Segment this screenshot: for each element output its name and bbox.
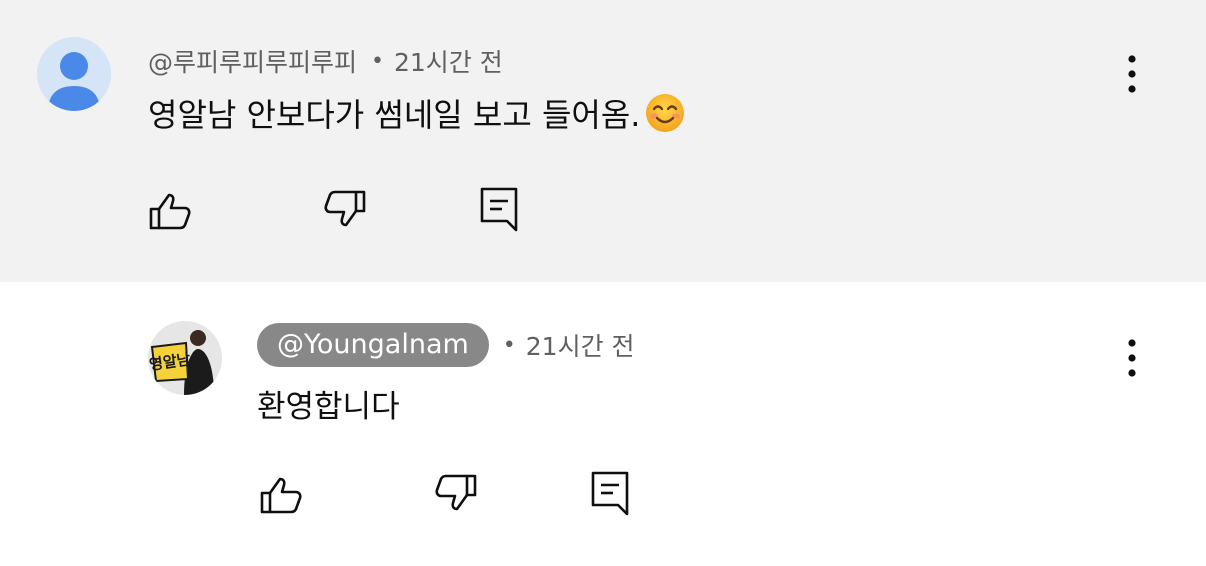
comment-timestamp: 21시간 전 (394, 48, 503, 77)
comment-text: 영알남 안보다가 썸네일 보고 들어옴. (148, 96, 641, 134)
more-options-button[interactable] (1117, 49, 1147, 99)
reply-button[interactable] (474, 182, 526, 234)
more-vertical-icon (1128, 55, 1136, 93)
like-button[interactable] (145, 186, 197, 238)
channel-avatar[interactable]: 영알남 (148, 321, 222, 395)
meta-separator: • (502, 332, 516, 358)
comment-body: 영알남 안보다가 썸네일 보고 들어옴. (148, 88, 686, 138)
like-button[interactable] (256, 470, 308, 522)
reply-button[interactable] (585, 466, 637, 518)
smiling-face-icon (644, 92, 686, 134)
dislike-button[interactable] (318, 184, 370, 236)
channel-logo-icon: 영알남 (148, 321, 222, 395)
comment-meta: @루피루피루피루피 • 21시간 전 (148, 42, 503, 80)
thumbs-up-icon (149, 193, 191, 230)
reply-text: 환영합니다 (257, 388, 400, 425)
reply-comment-icon (591, 471, 629, 516)
more-vertical-icon (1128, 339, 1136, 377)
reply-body: 환영합니다 (257, 382, 400, 425)
reply-timestamp: 21시간 전 (525, 332, 635, 361)
thumbs-down-icon (435, 474, 477, 511)
reply-comment: 영알남 @Youngalnam • 21시간 전 환영합니다 (0, 282, 1206, 566)
reply-comment-icon (480, 187, 518, 232)
comment-author[interactable]: @루피루피루피루피 (148, 43, 357, 79)
user-avatar[interactable] (37, 37, 111, 111)
comment-thread: @루피루피루피루피 • 21시간 전 영알남 안보다가 썸네일 보고 들어옴. (0, 0, 1206, 566)
reply-meta: @Youngalnam • 21시간 전 (257, 320, 635, 370)
creator-handle-chip[interactable]: @Youngalnam (257, 323, 489, 367)
thumbs-down-icon (324, 190, 366, 227)
meta-separator: • (371, 48, 384, 74)
highlighted-comment: @루피루피루피루피 • 21시간 전 영알남 안보다가 썸네일 보고 들어옴. (0, 0, 1206, 282)
more-options-button[interactable] (1117, 333, 1147, 383)
default-avatar-icon (37, 37, 111, 111)
dislike-button[interactable] (429, 468, 481, 520)
thumbs-up-icon (260, 477, 302, 514)
